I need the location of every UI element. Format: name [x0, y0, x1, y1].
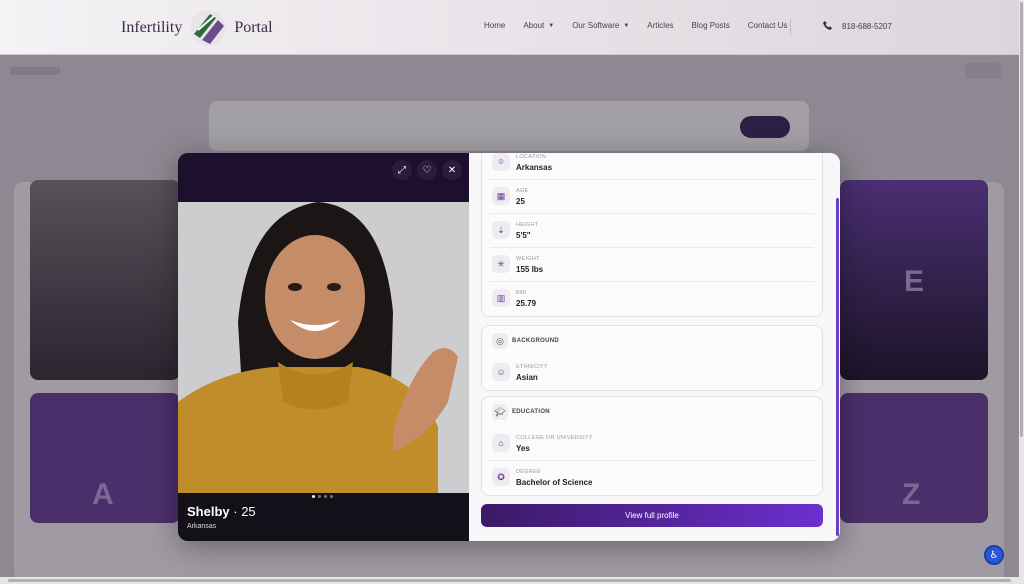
profile-modal: ⤢ ♡ ✕ Shelby · 25 Arkansas ⌾ LOCATION Ar…: [178, 153, 840, 541]
chevron-down-icon: ▼: [623, 22, 630, 29]
globe-icon: ◎: [492, 333, 508, 349]
profile-name-age: Shelby · 25: [187, 504, 256, 519]
detail-row-location: ⌾ LOCATION Arkansas: [490, 153, 814, 180]
detail-value: 25.79: [516, 299, 537, 308]
detail-label: HEIGHT: [516, 222, 539, 228]
page-scrollbar-thumb[interactable]: [8, 579, 1011, 582]
chevron-down-icon: ▼: [548, 22, 555, 29]
profile-name: Shelby: [187, 504, 230, 519]
graduation-cap-icon: ⌂: [492, 434, 510, 452]
profile-card-blurred: [30, 180, 180, 380]
background-group: ◎ BACKGROUND ☺ ETHNICITY Asian: [481, 325, 823, 391]
nav-our-software[interactable]: Our Software ▼: [572, 21, 629, 30]
page-scrollbar-thumb[interactable]: [1020, 2, 1023, 437]
expand-icon[interactable]: ⤢: [392, 160, 412, 180]
nav-contact-us-label: Contact Us: [747, 21, 788, 30]
phone-number: 818-688-5207: [842, 22, 892, 31]
filter-pill: [965, 63, 1001, 79]
site-header: Infertility Portal Home About ▼ Our Softw…: [0, 0, 1019, 55]
detail-label: DEGREE: [516, 469, 542, 475]
carousel-dot[interactable]: [318, 495, 321, 498]
profile-photo[interactable]: [178, 202, 469, 493]
avatar-letter: E: [904, 265, 925, 298]
phone-icon: [823, 21, 832, 32]
search-bar-blurred: [209, 101, 809, 151]
logo-text-right: Portal: [234, 19, 273, 36]
height-icon: ⇣: [492, 221, 510, 239]
detail-value: 25: [516, 197, 525, 206]
nav-divider: [790, 19, 791, 35]
award-icon: ✪: [492, 468, 510, 486]
profile-card-blurred: A: [30, 393, 180, 523]
detail-label: LOCATION: [516, 154, 547, 160]
graduation-cap-icon: 🎓︎: [492, 404, 508, 420]
weight-icon: ✳: [492, 255, 510, 273]
person-icon: ☺: [492, 363, 510, 381]
chart-icon: ▥: [492, 289, 510, 307]
detail-row-ethnicity: ☺ ETHNICITY Asian: [490, 356, 814, 390]
photo-carousel-dots[interactable]: [312, 495, 333, 498]
logo-mark-icon: [188, 8, 228, 48]
profile-card-blurred: Z: [840, 393, 988, 523]
nav-articles[interactable]: Articles: [647, 21, 673, 30]
carousel-dot[interactable]: [324, 495, 327, 498]
avatar-letter: Z: [902, 478, 921, 511]
detail-label: AGE: [516, 188, 529, 194]
detail-row-age: ▦ AGE 25: [490, 180, 814, 214]
detail-value: Arkansas: [516, 163, 553, 172]
breadcrumb: [10, 67, 60, 75]
calendar-icon: ▦: [492, 187, 510, 205]
accessibility-icon[interactable]: ♿︎: [984, 545, 1004, 565]
detail-row-bmi: ▥ BMI 25.79: [490, 282, 814, 316]
group-header: ◎ BACKGROUND: [490, 326, 814, 356]
group-header: 🎓︎ EDUCATION: [490, 397, 814, 427]
nav-our-software-label: Our Software: [572, 21, 620, 30]
carousel-dot[interactable]: [330, 495, 333, 498]
details-scrollbar[interactable]: [836, 198, 839, 536]
detail-value: Yes: [516, 444, 530, 453]
detail-value: 155 lbs: [516, 265, 544, 274]
detail-row-college: ⌂ COLLEGE OR UNIVERSITY Yes: [490, 427, 814, 461]
carousel-dot[interactable]: [312, 495, 315, 498]
detail-label: ETHNICITY: [516, 364, 548, 370]
detail-label: BMI: [516, 290, 527, 296]
phone-link[interactable]: 818-688-5207: [823, 21, 892, 32]
map-pin-icon: ⌾: [492, 153, 510, 171]
nav-blog-posts-label: Blog Posts: [691, 21, 730, 30]
main-nav: Home About ▼ Our Software ▼ Articles Blog …: [484, 21, 805, 30]
logo[interactable]: Infertility Portal: [121, 8, 273, 48]
detail-label: WEIGHT: [516, 256, 540, 262]
view-full-profile-button[interactable]: View full profile: [481, 504, 823, 527]
search-button-blurred: [740, 116, 790, 138]
education-group: 🎓︎ EDUCATION ⌂ COLLEGE OR UNIVERSITY Yes…: [481, 396, 823, 496]
heart-icon[interactable]: ♡: [417, 160, 437, 180]
detail-value: Bachelor of Science: [516, 478, 593, 487]
group-title: BACKGROUND: [512, 338, 559, 344]
profile-age: 25: [241, 504, 256, 519]
detail-value: 5'5": [516, 231, 531, 240]
detail-row-weight: ✳ WEIGHT 155 lbs: [490, 248, 814, 282]
basic-info-group: ⌾ LOCATION Arkansas ▦ AGE 25 ⇣ HEIGHT 5'…: [481, 153, 823, 317]
profile-card-blurred: E: [840, 180, 988, 380]
photo-panel: ⤢ ♡ ✕ Shelby · 25 Arkansas: [178, 153, 469, 541]
detail-row-height: ⇣ HEIGHT 5'5": [490, 214, 814, 248]
avatar-letter: A: [92, 478, 114, 511]
logo-text-left: Infertility: [121, 19, 183, 36]
nav-about[interactable]: About ▼: [523, 21, 554, 30]
detail-value: Asian: [516, 373, 538, 382]
profile-location: Arkansas: [187, 523, 217, 530]
nav-contact-us[interactable]: Contact Us: [748, 21, 788, 30]
close-icon[interactable]: ✕: [442, 160, 462, 180]
profile-details-panel[interactable]: ⌾ LOCATION Arkansas ▦ AGE 25 ⇣ HEIGHT 5'…: [469, 153, 840, 541]
nav-articles-label: Articles: [647, 21, 674, 30]
nav-about-label: About: [523, 21, 545, 30]
nav-blog-posts[interactable]: Blog Posts: [692, 21, 730, 30]
nav-home-label: Home: [484, 21, 506, 30]
nav-home[interactable]: Home: [484, 21, 505, 30]
detail-row-degree: ✪ DEGREE Bachelor of Science: [490, 461, 814, 495]
name-separator: ·: [233, 504, 242, 519]
group-title: EDUCATION: [512, 409, 550, 415]
detail-label: COLLEGE OR UNIVERSITY: [516, 435, 593, 441]
